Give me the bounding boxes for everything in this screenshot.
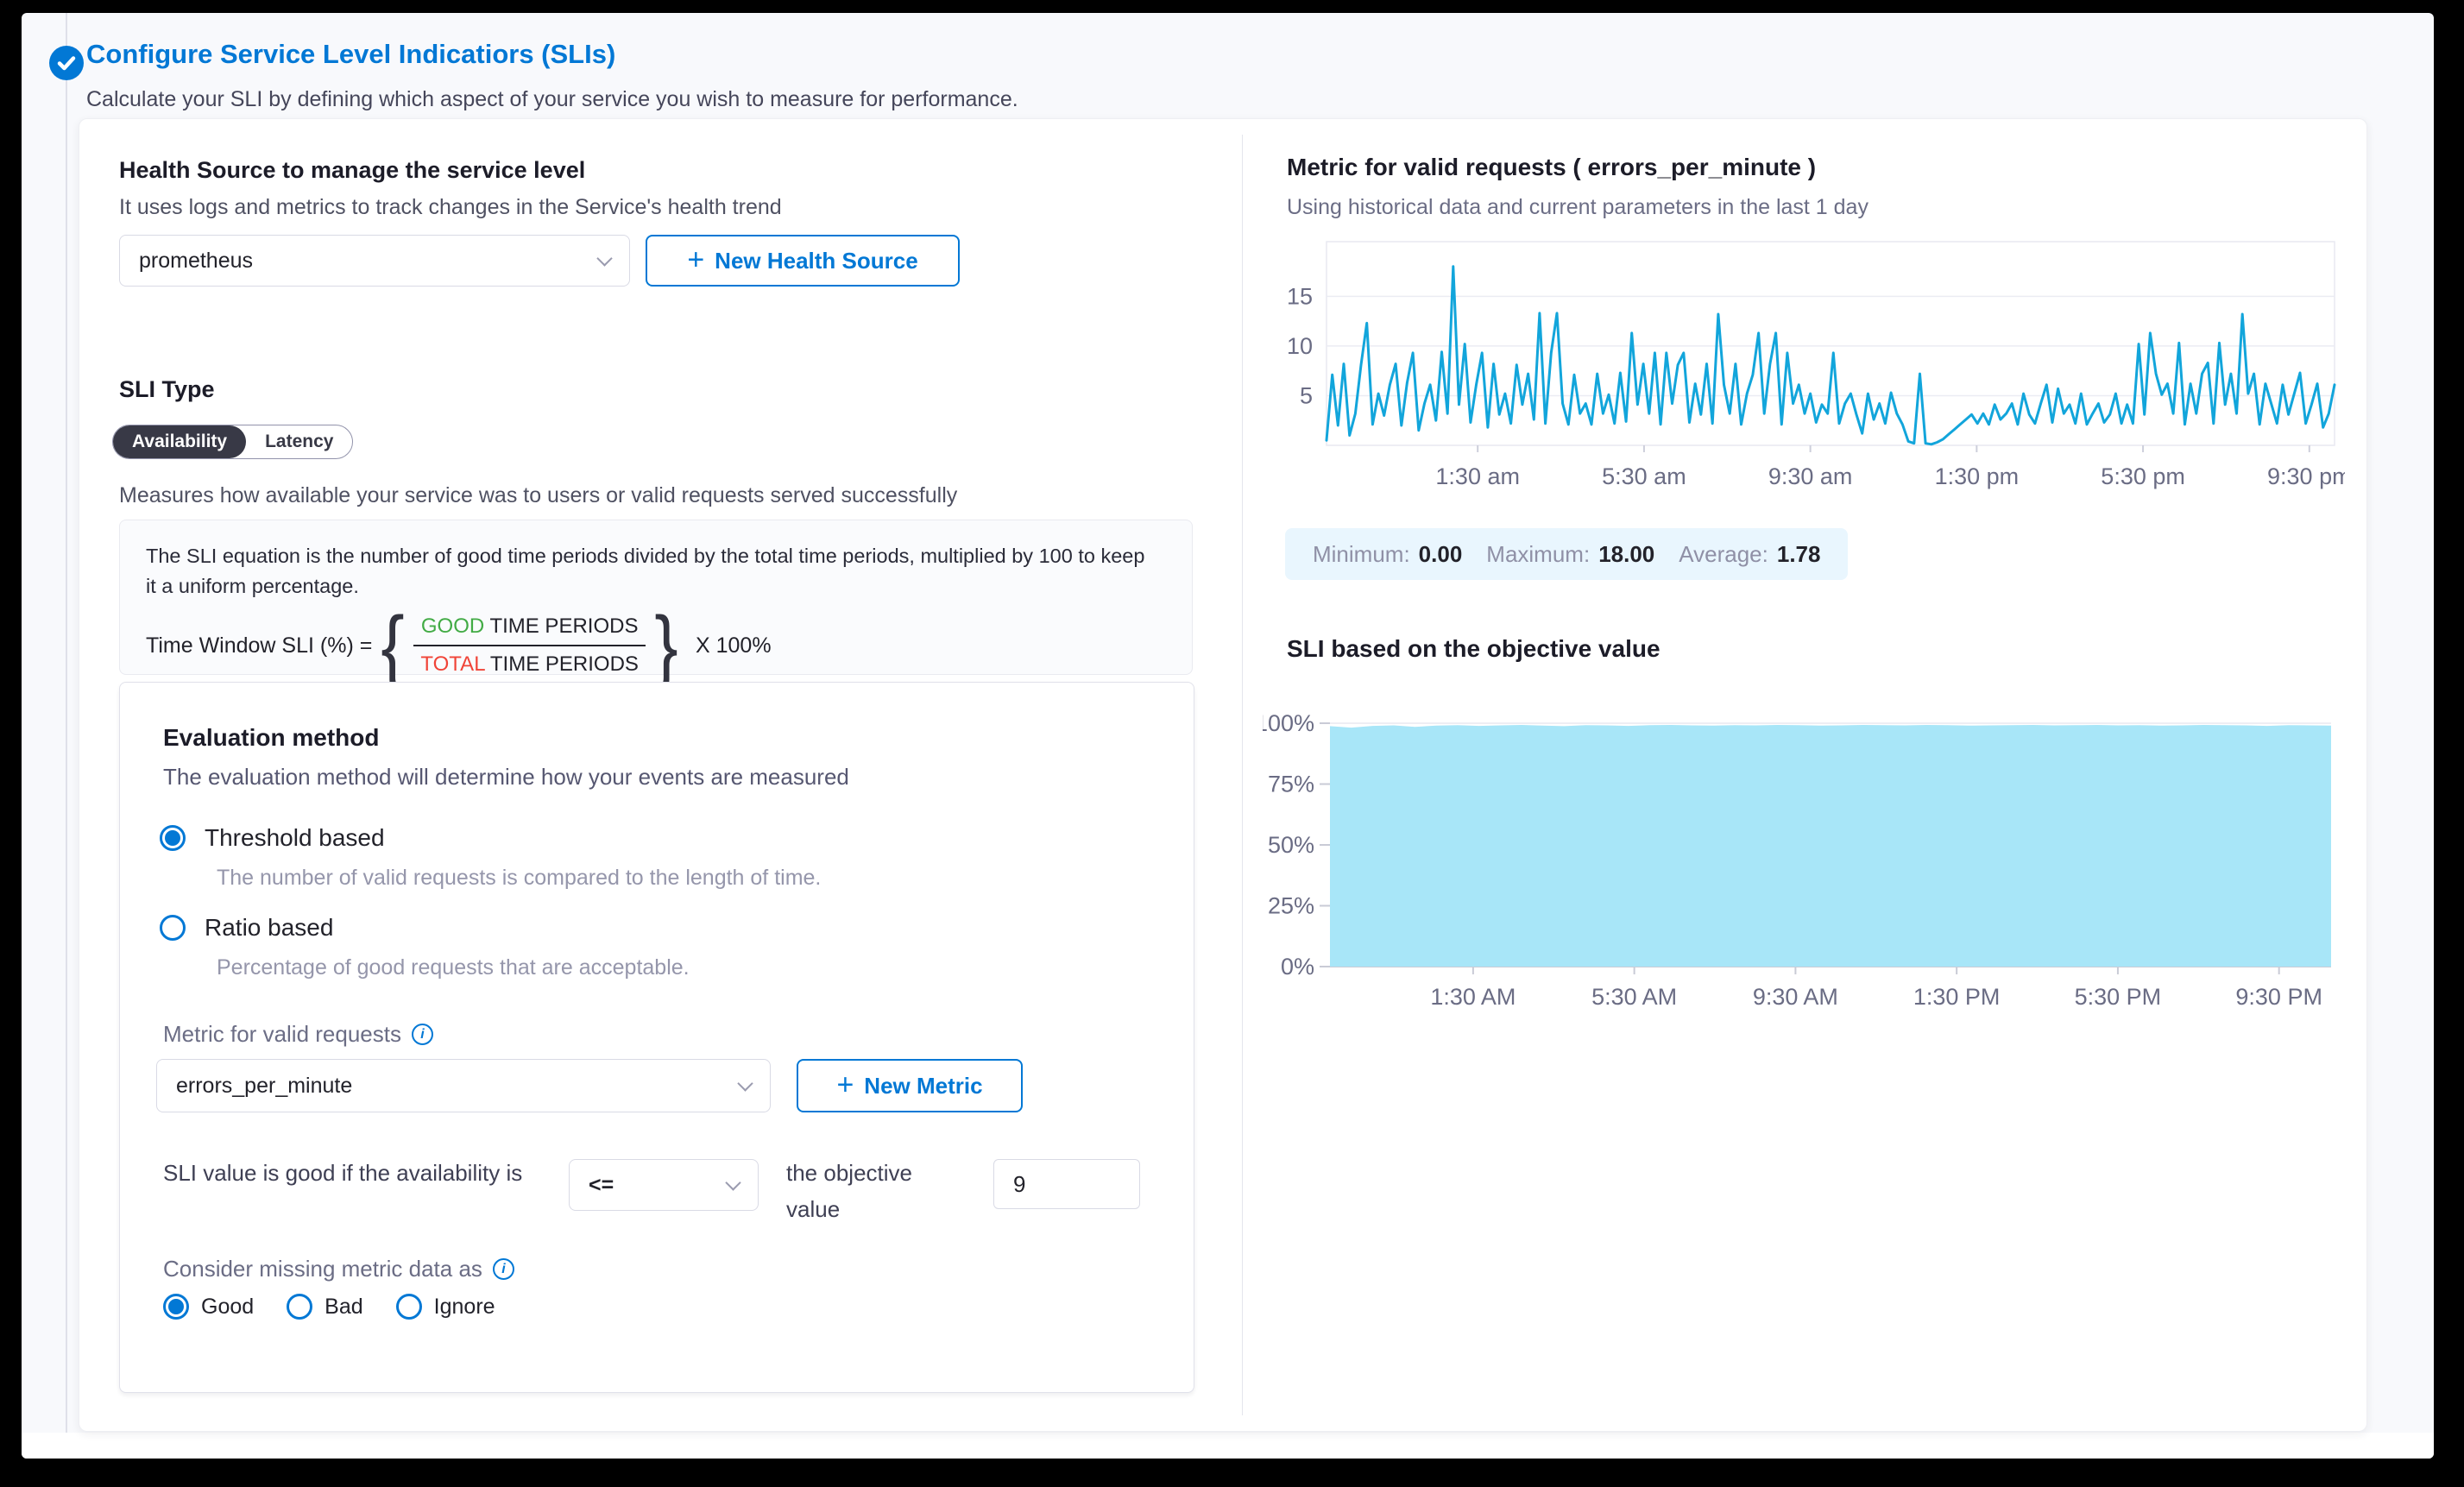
- svg-text:9:30 AM: 9:30 AM: [1753, 984, 1838, 1010]
- svg-text:10: 10: [1287, 333, 1313, 359]
- info-icon[interactable]: [412, 1024, 433, 1045]
- page-title: Configure Service Level Indicatiors (SLI…: [86, 39, 615, 70]
- ignore-label: Ignore: [434, 1295, 495, 1320]
- missing-data-option-bad[interactable]: Bad: [287, 1294, 362, 1320]
- threshold-based-option[interactable]: Threshold based: [160, 824, 385, 852]
- svg-text:75%: 75%: [1268, 772, 1314, 797]
- new-metric-button[interactable]: + New Metric: [797, 1059, 1023, 1112]
- valid-requests-metric-select[interactable]: errors_per_minute: [156, 1059, 771, 1112]
- new-metric-button-label: New Metric: [864, 1073, 982, 1099]
- good-label: Good: [201, 1295, 254, 1320]
- chevron-down-icon: [725, 1175, 740, 1190]
- brace-right: }: [654, 611, 677, 682]
- svg-text:5:30 am: 5:30 am: [1602, 463, 1686, 489]
- svg-text:25%: 25%: [1268, 893, 1314, 919]
- svg-text:9:30 PM: 9:30 PM: [2235, 984, 2322, 1010]
- health-source-select[interactable]: prometheus: [119, 235, 630, 287]
- ignore-radio[interactable]: [396, 1294, 422, 1320]
- ratio-radio[interactable]: [160, 915, 186, 941]
- svg-text:100%: 100%: [1263, 711, 1314, 736]
- svg-text:5:30 PM: 5:30 PM: [2075, 984, 2162, 1010]
- missing-data-option-ignore[interactable]: Ignore: [396, 1294, 495, 1320]
- svg-text:50%: 50%: [1268, 832, 1314, 858]
- equation-suffix: X 100%: [696, 633, 772, 658]
- svg-text:9:30 pm: 9:30 pm: [2267, 463, 2345, 489]
- ratio-label: Ratio based: [205, 914, 333, 942]
- screenshot-root: { "header": { "title": "Configure Servic…: [0, 0, 2464, 1487]
- evaluation-heading: Evaluation method: [163, 724, 379, 752]
- svg-text:1:30 AM: 1:30 AM: [1430, 984, 1516, 1010]
- chevron-down-icon: [596, 250, 612, 266]
- evaluation-description: The evaluation method will determine how…: [163, 764, 849, 791]
- stat-average: Average: 1.78: [1679, 541, 1820, 568]
- metric-stats-bar: Minimum: 0.00 Maximum: 18.00 Average: 1.…: [1285, 528, 1848, 580]
- svg-text:5:30 pm: 5:30 pm: [2101, 463, 2185, 489]
- sli-type-description: Measures how available your service was …: [119, 483, 957, 508]
- ratio-description: Percentage of good requests that are acc…: [217, 955, 690, 980]
- sli-type-toggle: Availability Latency: [112, 425, 353, 459]
- missing-data-option-good[interactable]: Good: [163, 1294, 254, 1320]
- objective-comparator-value: <=: [589, 1173, 614, 1198]
- health-source-selected-value: prometheus: [139, 249, 253, 274]
- step-complete-check-icon: [49, 46, 84, 80]
- sli-equation-description: The SLI equation is the number of good t…: [146, 541, 1147, 602]
- sli-chart-heading: SLI based on the objective value: [1287, 635, 1661, 663]
- equation-fraction: GOOD TIME PERIODS TOTAL TIME PERIODS: [413, 614, 646, 677]
- evaluation-method-card: Evaluation method The evaluation method …: [119, 682, 1194, 1393]
- stat-maximum: Maximum: 18.00: [1486, 541, 1654, 568]
- new-health-source-button-label: New Health Source: [715, 248, 918, 274]
- objective-value-input[interactable]: [993, 1159, 1140, 1209]
- svg-text:1:30 pm: 1:30 pm: [1935, 463, 2020, 489]
- threshold-description: The number of valid requests is compared…: [217, 866, 821, 891]
- good-radio[interactable]: [163, 1294, 189, 1320]
- valid-requests-metric-value: errors_per_minute: [176, 1074, 352, 1099]
- app-viewport: Configure Service Level Indicatiors (SLI…: [22, 13, 2434, 1459]
- info-icon[interactable]: [493, 1258, 514, 1280]
- metric-chart-svg[interactable]: 5 10 15 1:30 am 5:30 am 9:30 am 1:30 pm 5:30 pm…: [1275, 236, 2345, 495]
- tab-availability[interactable]: Availability: [113, 425, 246, 458]
- page-subtitle: Calculate your SLI by defining which asp…: [86, 87, 1018, 112]
- page-footer-strip: [22, 1433, 2434, 1459]
- chevron-down-icon: [737, 1075, 753, 1091]
- stat-minimum: Minimum: 0.00: [1313, 541, 1462, 568]
- metric-preview-heading: Metric for valid requests ( errors_per_m…: [1287, 154, 1816, 181]
- svg-text:5:30 AM: 5:30 AM: [1591, 984, 1677, 1010]
- new-health-source-button[interactable]: + New Health Source: [646, 235, 960, 287]
- objective-label-prefix: SLI value is good if the availability is: [163, 1156, 569, 1192]
- equation-numerator: GOOD TIME PERIODS: [413, 614, 646, 646]
- svg-text:9:30 am: 9:30 am: [1768, 463, 1853, 489]
- sli-equation: Time Window SLI (%) = { GOOD TIME PERIOD…: [146, 611, 1166, 682]
- sli-equation-box: The SLI equation is the number of good t…: [119, 520, 1193, 675]
- svg-text:15: 15: [1287, 283, 1313, 309]
- bad-label: Bad: [325, 1295, 362, 1320]
- threshold-radio[interactable]: [160, 825, 186, 851]
- health-source-description: It uses logs and metrics to track change…: [119, 195, 782, 220]
- objective-label-middle: the objective value: [786, 1156, 967, 1227]
- svg-text:0%: 0%: [1281, 954, 1314, 980]
- sli-chart-svg[interactable]: 0% 25% 50% 75% 100% 1:30 AM 5:30 AM 9:30 AM 1:30…: [1263, 711, 2341, 1013]
- missing-data-options: Good Bad Ignore: [163, 1294, 495, 1320]
- ratio-based-option[interactable]: Ratio based: [160, 914, 333, 942]
- panel-divider: [1242, 135, 1243, 1415]
- objective-comparator-select[interactable]: <=: [569, 1159, 759, 1211]
- health-source-heading: Health Source to manage the service leve…: [119, 157, 585, 184]
- svg-text:5: 5: [1300, 382, 1313, 408]
- threshold-label: Threshold based: [205, 824, 385, 852]
- metric-preview-subheading: Using historical data and current parame…: [1287, 195, 1868, 220]
- valid-requests-metric-label: Metric for valid requests: [163, 1021, 433, 1048]
- svg-text:1:30 am: 1:30 am: [1435, 463, 1520, 489]
- sli-config-card: Health Source to manage the service leve…: [79, 118, 2367, 1432]
- stepper-line: [66, 13, 67, 1433]
- missing-data-label: Consider missing metric data as: [163, 1256, 514, 1282]
- brace-left: {: [381, 611, 405, 682]
- bad-radio[interactable]: [287, 1294, 312, 1320]
- equation-label: Time Window SLI (%) =: [146, 633, 372, 658]
- sli-type-heading: SLI Type: [119, 376, 215, 403]
- equation-denominator: TOTAL TIME PERIODS: [413, 646, 646, 677]
- tab-latency[interactable]: Latency: [246, 425, 352, 458]
- svg-text:1:30 PM: 1:30 PM: [1913, 984, 2001, 1010]
